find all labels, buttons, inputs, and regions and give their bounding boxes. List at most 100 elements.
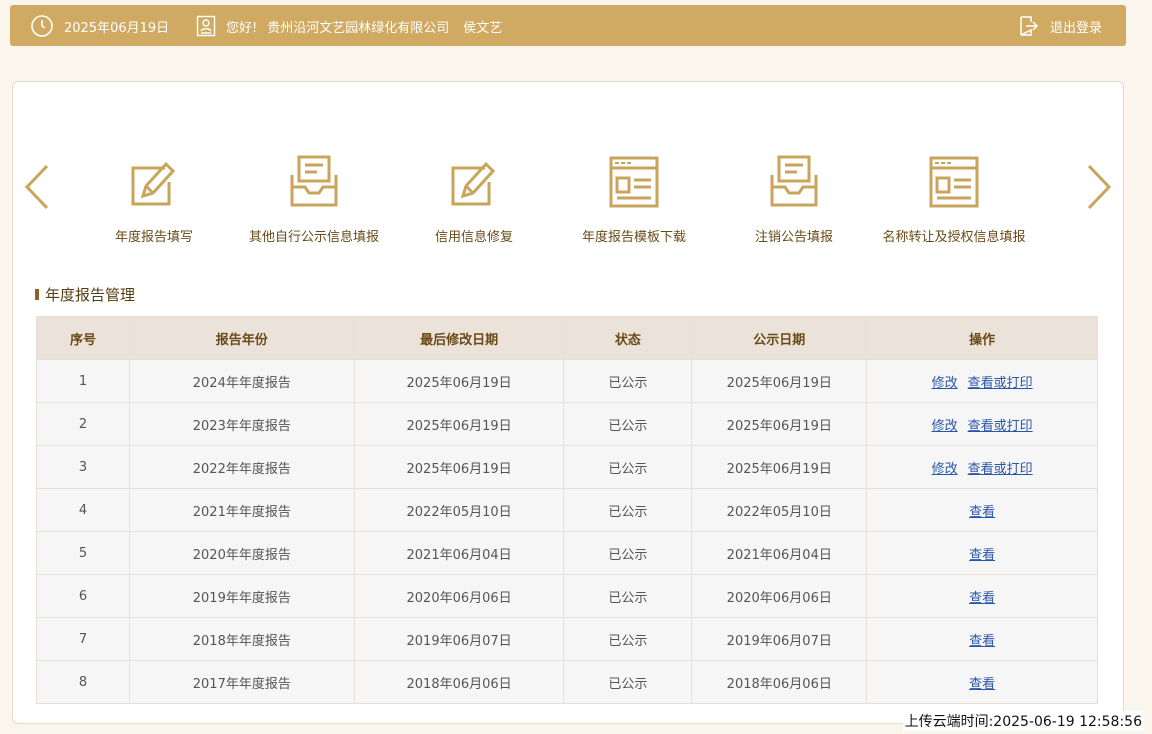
cell-actions: 修改 查看或打印 — [866, 359, 1098, 403]
cell-status: 已公示 — [563, 617, 693, 661]
template-icon — [928, 154, 980, 210]
cell-modified: 2025年06月19日 — [353, 402, 565, 446]
cell-published: 2021年06月04日 — [691, 531, 868, 575]
cell-modified: 2025年06月19日 — [353, 445, 565, 489]
table-row: 4 2021年年度报告 2022年05月10日 已公示 2022年05月10日 查看 — [36, 488, 1098, 532]
cell-published: 2022年05月10日 — [691, 488, 868, 532]
company-name: 贵州沿河文艺园林绿化有限公司 — [267, 20, 450, 36]
cell-published: 2020年06月06日 — [691, 574, 868, 618]
header-year: 报告年份 — [128, 316, 355, 360]
cell-year: 2019年年度报告 — [128, 574, 355, 618]
nav-other-disclosure[interactable]: 其他自行公示信息填报 — [229, 154, 399, 254]
nav-label: 年度报告模板下载 — [581, 230, 686, 245]
cell-published: 2025年06月19日 — [691, 402, 868, 446]
header-modified: 最后修改日期 — [353, 316, 565, 360]
upload-time: 上传云端时间:2025-06-19 12:58:56 — [902, 711, 1144, 731]
view-link[interactable]: 查看 — [969, 634, 995, 649]
nav-name-transfer[interactable]: 名称转让及授权信息填报 — [869, 154, 1039, 254]
cell-actions: 查看 — [866, 488, 1098, 532]
nav-template-download[interactable]: 年度报告模板下载 — [549, 154, 719, 254]
cell-actions: 查看 — [866, 617, 1098, 661]
carousel-prev-button[interactable] — [23, 162, 53, 212]
greeting-text: 您好! — [226, 20, 258, 36]
table-header-row: 序号 报告年份 最后修改日期 状态 公示日期 操作 — [36, 316, 1098, 360]
annual-report-table: 序号 报告年份 最后修改日期 状态 公示日期 操作 1 2024年年度报告 2025… — [36, 316, 1098, 704]
edit-link[interactable]: 修改 — [932, 462, 958, 477]
section-title-text: 年度报告管理 — [45, 286, 136, 304]
edit-link[interactable]: 修改 — [932, 376, 958, 391]
inbox-icon — [288, 154, 340, 210]
view-link[interactable]: 查看 — [969, 677, 995, 692]
nav-label: 年度报告填写 — [114, 230, 193, 245]
cell-no: 4 — [36, 488, 130, 532]
cell-actions: 修改 查看或打印 — [866, 402, 1098, 446]
cell-actions: 查看 — [866, 660, 1098, 704]
nav-annual-report-fill[interactable]: 年度报告填写 — [69, 154, 239, 254]
user-name: 侯文艺 — [463, 20, 503, 36]
cell-status: 已公示 — [563, 660, 693, 704]
header-no: 序号 — [36, 316, 130, 360]
cell-actions: 查看 — [866, 531, 1098, 575]
table-row: 6 2019年年度报告 2020年06月06日 已公示 2020年06月06日 查看 — [36, 574, 1098, 618]
view-link[interactable]: 查看 — [969, 548, 995, 563]
user-greeting: 您好! 贵州沿河文艺园林绿化有限公司 侯文艺 — [196, 13, 502, 39]
inbox-icon — [768, 154, 820, 210]
carousel-next-button[interactable] — [1083, 162, 1113, 212]
cell-year: 2021年年度报告 — [128, 488, 355, 532]
cell-modified: 2021年06月04日 — [353, 531, 565, 575]
table-row: 5 2020年年度报告 2021年06月04日 已公示 2021年06月04日 查看 — [36, 531, 1098, 575]
cell-status: 已公示 — [563, 445, 693, 489]
nav-label: 信用信息修复 — [434, 230, 513, 245]
cell-year: 2017年年度报告 — [128, 660, 355, 704]
cell-modified: 2022年05月10日 — [353, 488, 565, 532]
cell-actions: 修改 查看或打印 — [866, 445, 1098, 489]
table-row: 3 2022年年度报告 2025年06月19日 已公示 2025年06月19日 修改 查看或… — [36, 445, 1098, 489]
cell-status: 已公示 — [563, 359, 693, 403]
cell-year: 2023年年度报告 — [128, 402, 355, 446]
cell-no: 2 — [36, 402, 130, 446]
view-print-link[interactable]: 查看或打印 — [968, 462, 1033, 477]
cell-published: 2025年06月19日 — [691, 359, 868, 403]
table-row: 1 2024年年度报告 2025年06月19日 已公示 2025年06月19日 修改 查看或… — [36, 359, 1098, 403]
cell-no: 7 — [36, 617, 130, 661]
nav-credit-repair[interactable]: 信用信息修复 — [389, 154, 559, 254]
table-row: 8 2017年年度报告 2018年06月06日 已公示 2018年06月06日 查看 — [36, 660, 1098, 704]
user-card-icon — [196, 15, 216, 37]
cell-no: 8 — [36, 660, 130, 704]
template-icon — [608, 154, 660, 210]
section-title: 年度报告管理 — [35, 284, 135, 305]
nav-label: 其他自行公示信息填报 — [248, 230, 379, 245]
clock-icon — [30, 14, 54, 38]
date-display: 2025年06月19日 — [30, 13, 169, 39]
nav-cancellation-notice[interactable]: 注销公告填报 — [709, 154, 879, 254]
cell-modified: 2019年06月07日 — [353, 617, 565, 661]
view-link[interactable]: 查看 — [969, 591, 995, 606]
view-link[interactable]: 查看 — [969, 505, 995, 520]
cell-status: 已公示 — [563, 574, 693, 618]
logout-button[interactable]: 退出登录 — [1018, 13, 1102, 39]
logout-icon — [1018, 15, 1040, 37]
view-print-link[interactable]: 查看或打印 — [968, 376, 1033, 391]
nav-label: 名称转让及授权信息填报 — [882, 230, 1026, 245]
edit-link[interactable]: 修改 — [932, 419, 958, 434]
chevron-right-icon — [1087, 164, 1112, 210]
cell-modified: 2018年06月06日 — [353, 660, 565, 704]
cell-status: 已公示 — [563, 531, 693, 575]
cell-no: 5 — [36, 531, 130, 575]
cell-year: 2020年年度报告 — [128, 531, 355, 575]
view-print-link[interactable]: 查看或打印 — [968, 419, 1033, 434]
chevron-left-icon — [24, 164, 49, 210]
current-date: 2025年06月19日 — [64, 20, 170, 36]
main-panel: 年度报告填写 其他自行公示信息填报 信用信息修复 年度报告模板下载 注销公告填报… — [12, 81, 1124, 724]
cell-status: 已公示 — [563, 402, 693, 446]
cell-modified: 2025年06月19日 — [353, 359, 565, 403]
table-row: 7 2018年年度报告 2019年06月07日 已公示 2019年06月07日 查看 — [36, 617, 1098, 661]
cell-published: 2019年06月07日 — [691, 617, 868, 661]
edit-icon — [128, 154, 180, 210]
cell-actions: 查看 — [866, 574, 1098, 618]
top-bar: 2025年06月19日 您好! 贵州沿河文艺园林绿化有限公司 侯文艺 退出登录 — [10, 5, 1126, 46]
section-marker — [35, 289, 39, 300]
cell-year: 2024年年度报告 — [128, 359, 355, 403]
cell-no: 3 — [36, 445, 130, 489]
cell-year: 2018年年度报告 — [128, 617, 355, 661]
